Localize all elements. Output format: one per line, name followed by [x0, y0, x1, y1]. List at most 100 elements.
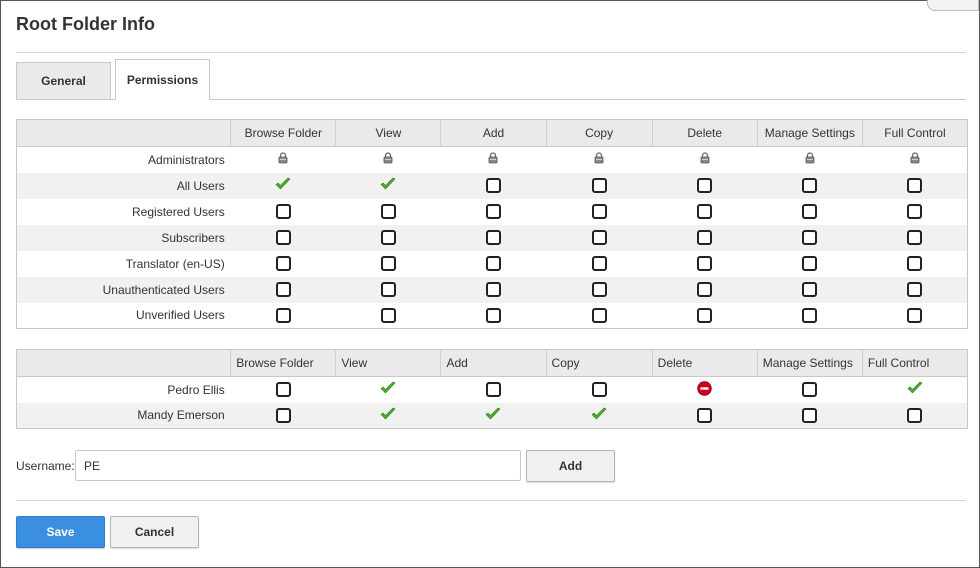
- permission-checkbox[interactable]: [485, 230, 501, 246]
- permission-checkbox[interactable]: [802, 256, 818, 272]
- permission-checkbox[interactable]: [697, 256, 713, 272]
- permission-cell[interactable]: [862, 147, 967, 173]
- permission-cell[interactable]: [862, 172, 968, 199]
- permission-cell[interactable]: [336, 147, 441, 173]
- permission-cell[interactable]: [546, 303, 652, 329]
- permission-checkbox[interactable]: [697, 204, 713, 220]
- permission-cell[interactable]: [231, 251, 336, 277]
- permission-cell[interactable]: [757, 147, 862, 173]
- permission-cell[interactable]: [335, 172, 441, 199]
- permission-checkbox[interactable]: [697, 407, 713, 423]
- permission-checkbox[interactable]: [591, 307, 607, 323]
- permission-checkbox[interactable]: [275, 204, 291, 220]
- permission-cell[interactable]: [335, 402, 441, 429]
- permission-checkbox[interactable]: [485, 204, 501, 220]
- permission-checkbox[interactable]: [697, 307, 713, 323]
- permission-checkbox[interactable]: [380, 204, 396, 220]
- checkmark-icon[interactable]: [591, 407, 607, 424]
- permission-checkbox[interactable]: [591, 282, 607, 298]
- permission-checkbox[interactable]: [275, 382, 291, 398]
- permission-checkbox[interactable]: [591, 178, 607, 194]
- permission-cell[interactable]: [231, 199, 336, 225]
- checkmark-icon[interactable]: [485, 407, 501, 424]
- permission-cell[interactable]: [652, 224, 758, 251]
- permission-checkbox[interactable]: [485, 307, 501, 323]
- permission-checkbox[interactable]: [591, 382, 607, 398]
- permission-checkbox[interactable]: [907, 178, 923, 194]
- tab-permissions[interactable]: Permissions: [115, 59, 210, 100]
- permission-cell[interactable]: [757, 172, 863, 199]
- permission-cell[interactable]: [652, 199, 757, 225]
- permission-cell[interactable]: [652, 402, 758, 429]
- permission-checkbox[interactable]: [697, 230, 713, 246]
- permission-checkbox[interactable]: [802, 178, 818, 194]
- permission-checkbox[interactable]: [802, 407, 818, 423]
- permission-cell[interactable]: [231, 377, 336, 403]
- permission-checkbox[interactable]: [380, 256, 396, 272]
- permission-cell[interactable]: [441, 147, 546, 173]
- permission-cell[interactable]: [546, 377, 652, 403]
- permission-cell[interactable]: [335, 224, 441, 251]
- permission-checkbox[interactable]: [802, 382, 818, 398]
- checkmark-icon[interactable]: [275, 177, 291, 194]
- permission-cell[interactable]: [440, 224, 547, 251]
- permission-checkbox[interactable]: [380, 307, 396, 323]
- permission-cell[interactable]: [652, 303, 757, 329]
- permission-cell[interactable]: [862, 276, 968, 303]
- permission-checkbox[interactable]: [907, 204, 923, 220]
- permission-checkbox[interactable]: [802, 282, 818, 298]
- permission-cell[interactable]: [336, 303, 441, 329]
- permission-checkbox[interactable]: [802, 204, 818, 220]
- permission-cell[interactable]: [652, 276, 758, 303]
- checkmark-icon[interactable]: [380, 407, 396, 424]
- permission-checkbox[interactable]: [907, 282, 923, 298]
- permission-cell[interactable]: [336, 199, 441, 225]
- permission-checkbox[interactable]: [907, 307, 923, 323]
- permission-checkbox[interactable]: [697, 282, 713, 298]
- permission-cell[interactable]: [757, 276, 863, 303]
- permission-cell[interactable]: [230, 402, 336, 429]
- permission-checkbox[interactable]: [697, 178, 713, 194]
- permission-cell[interactable]: [862, 402, 968, 429]
- permission-checkbox[interactable]: [275, 307, 291, 323]
- permission-cell[interactable]: [757, 402, 863, 429]
- permission-cell[interactable]: [546, 402, 653, 429]
- permission-cell[interactable]: [862, 303, 967, 329]
- save-button[interactable]: Save: [16, 516, 105, 548]
- permission-cell[interactable]: [230, 224, 336, 251]
- permission-cell[interactable]: [231, 303, 336, 329]
- permission-cell[interactable]: [336, 251, 441, 277]
- permission-checkbox[interactable]: [275, 407, 291, 423]
- permission-cell[interactable]: [546, 276, 653, 303]
- permission-cell[interactable]: [862, 377, 967, 403]
- permission-cell[interactable]: [546, 199, 652, 225]
- cancel-button[interactable]: Cancel: [110, 516, 199, 548]
- permission-checkbox[interactable]: [907, 256, 923, 272]
- deny-icon[interactable]: [697, 381, 712, 399]
- checkmark-icon[interactable]: [380, 177, 396, 194]
- permission-checkbox[interactable]: [591, 230, 607, 246]
- permission-cell[interactable]: [546, 172, 653, 199]
- permission-cell[interactable]: [757, 199, 862, 225]
- permission-cell[interactable]: [757, 251, 862, 277]
- permission-cell[interactable]: [440, 402, 547, 429]
- permission-checkbox[interactable]: [485, 382, 501, 398]
- permission-cell[interactable]: [757, 224, 863, 251]
- permission-cell[interactable]: [231, 147, 336, 173]
- permission-cell[interactable]: [440, 276, 547, 303]
- checkmark-icon[interactable]: [907, 381, 923, 398]
- permission-cell[interactable]: [336, 377, 441, 403]
- permission-cell[interactable]: [546, 147, 652, 173]
- window-controls[interactable]: [927, 0, 979, 11]
- permission-cell[interactable]: [652, 147, 757, 173]
- permission-checkbox[interactable]: [275, 230, 291, 246]
- permission-checkbox[interactable]: [591, 256, 607, 272]
- permission-checkbox[interactable]: [907, 230, 923, 246]
- permission-checkbox[interactable]: [485, 256, 501, 272]
- permission-checkbox[interactable]: [380, 282, 396, 298]
- permission-cell[interactable]: [441, 251, 546, 277]
- permission-checkbox[interactable]: [275, 256, 291, 272]
- permission-checkbox[interactable]: [802, 307, 818, 323]
- permission-checkbox[interactable]: [485, 282, 501, 298]
- permission-cell[interactable]: [546, 251, 652, 277]
